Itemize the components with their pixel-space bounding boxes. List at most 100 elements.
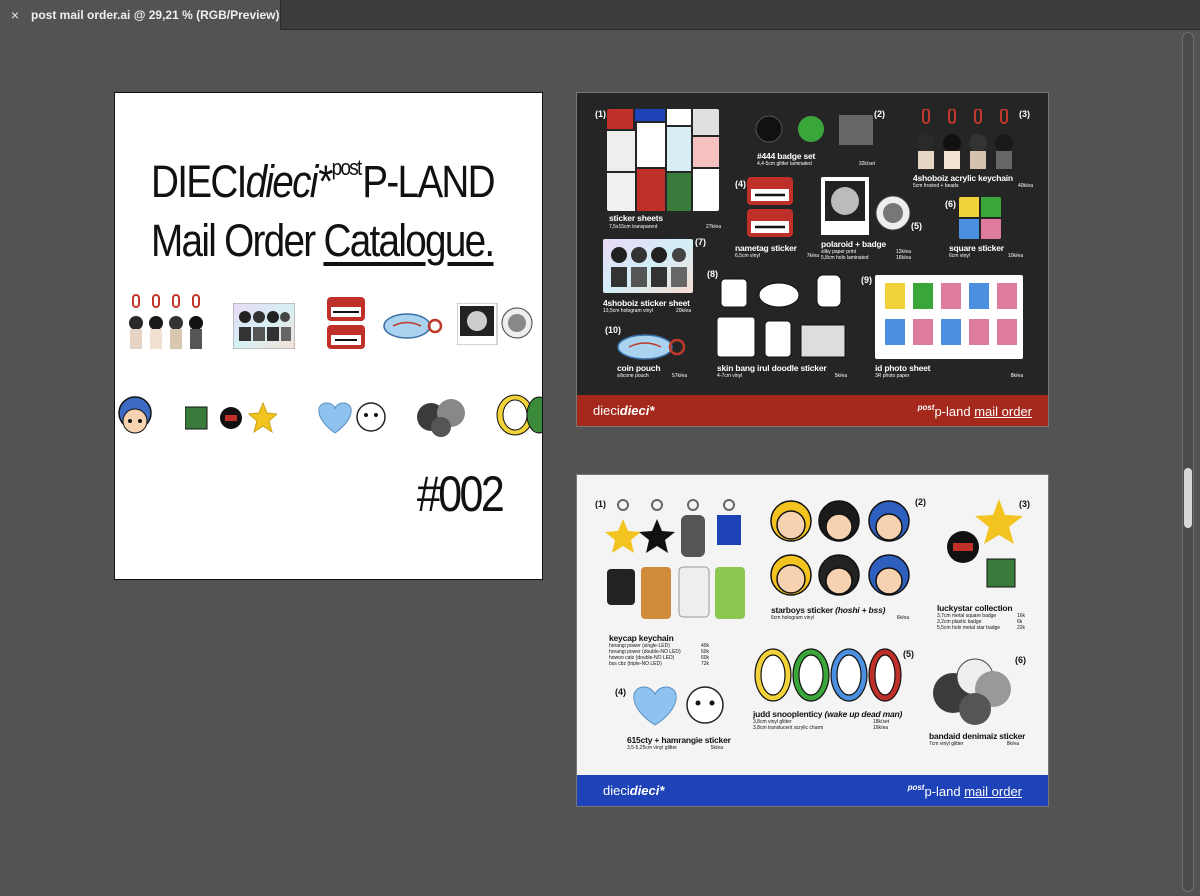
product-name: 615cty + hamrangie sticker — [627, 735, 731, 745]
product-price: 27k/ea — [705, 224, 721, 230]
keychain-illustration — [129, 294, 203, 349]
product-name: coin pouch — [617, 363, 661, 373]
product-name-italic: (wake up dead man) — [824, 709, 903, 719]
product-desc: 5cm frosted + beads — [913, 183, 959, 189]
starboy-sticker-illustration — [118, 396, 152, 434]
cover-product-row-1 — [115, 293, 542, 353]
footer-pland: p-land — [924, 783, 965, 799]
product-desc: silicone pouch — [617, 373, 649, 379]
product-name: skin bang irul doodle sticker — [717, 363, 827, 373]
product-name: 4shoboiz sticker sheet — [603, 298, 690, 308]
polaroid-badge-illustration — [457, 303, 533, 345]
heart-hamrangie-sticker-image — [633, 686, 724, 726]
product-price: 5k/ea — [710, 745, 723, 751]
product-price: 8k/ea — [1006, 741, 1019, 747]
product-number: (5) — [903, 649, 914, 659]
footer-brand: diecidieci* — [593, 783, 664, 798]
scrollbar-track[interactable] — [1182, 32, 1194, 892]
cover-title-dieci-caps: DIECI — [151, 156, 247, 207]
product-name: square sticker — [949, 243, 1004, 253]
product-price: 7k/ea — [806, 253, 819, 259]
product-name: keycap keychain — [609, 633, 674, 643]
coin-pouch-image — [617, 334, 686, 360]
footer-brand-a: dieci — [593, 403, 620, 418]
product-price: 57k/ea — [671, 373, 687, 379]
snoopy-sticker-image — [754, 648, 902, 702]
square-sticker-image — [959, 197, 1001, 239]
product-desc: 13,5cm hologram vinyl — [603, 308, 654, 314]
footer-sup: post — [907, 782, 925, 792]
footer-brand-a: dieci — [603, 783, 630, 798]
cover-catalogue-number: #002 — [416, 466, 505, 522]
product-number: (5) — [911, 221, 922, 231]
product-name-italic: (hoshi + bss) — [835, 605, 886, 615]
product-price: 40k/ea — [1017, 183, 1033, 189]
product-name: luckystar collection — [937, 603, 1013, 613]
product-desc: 7,5x15cm transparent — [609, 224, 658, 230]
product-desc: 6,5cm vinyl — [735, 253, 761, 259]
product-name: polaroid + badge — [821, 239, 887, 249]
option-label: 3,8cm translucent acrylic charm — [753, 725, 824, 731]
nametag-sticker-illustration — [327, 297, 365, 349]
product-price: 32k/set — [858, 161, 875, 167]
page-footer: diecidieci* postp-land mail order — [577, 775, 1048, 806]
holo-sticker-sheet-image — [603, 239, 693, 293]
heart-sticker-illustration — [318, 402, 386, 434]
doodle-sticker-image — [717, 274, 846, 358]
acrylic-keychain-image — [917, 109, 1013, 169]
product-number: (2) — [874, 109, 885, 119]
option-price: 22k — [1017, 625, 1026, 631]
product-number: (7) — [695, 237, 706, 247]
option-label: bss cbz (triple-NO LED) — [609, 661, 662, 667]
cover-title-pland: P-LAND — [362, 156, 495, 207]
page-footer: diecidieci* postp-land mail order — [577, 395, 1048, 426]
cover-title-line2: Mail Order Catalogue. — [151, 215, 495, 267]
product-price: 8k/ea — [1010, 373, 1023, 379]
product-price-2: 16k/ea — [895, 255, 911, 261]
starboys-sticker-image — [770, 500, 910, 596]
option-price: 16k/ea — [873, 725, 889, 731]
document-tab-title: post mail order.ai @ 29,21 % (RGB/Previe… — [31, 8, 280, 22]
cover-title-mail-order: Mail Order — [151, 215, 324, 266]
product-desc-2: 5,8cm holo laminated — [821, 255, 869, 261]
product-name: nametag sticker — [735, 243, 797, 253]
product-desc: 6cm hologram vinyl — [771, 615, 815, 621]
product-number: (1) — [595, 109, 606, 119]
luckystar-collection-image — [947, 499, 1023, 588]
vertical-scrollbar[interactable] — [1176, 30, 1200, 896]
product-price: 6k/ea — [896, 615, 909, 621]
product-price: 5k/ea — [834, 373, 847, 379]
option-price: 72k — [701, 661, 710, 667]
footer-sup: post — [917, 402, 935, 412]
artboard-cover[interactable]: DIECIdieci*postP-LAND Mail Order Catalog… — [114, 92, 543, 580]
bandaid-sticker-illustration — [417, 399, 465, 437]
product-number: (4) — [735, 179, 746, 189]
cover-title-line1: DIECIdieci*postP-LAND — [151, 155, 496, 208]
product-name: sticker sheets — [609, 213, 663, 223]
close-icon[interactable]: × — [8, 7, 22, 23]
product-name: id photo sheet — [875, 363, 931, 373]
id-photo-sheet-image — [875, 275, 1023, 359]
artboard-page-3[interactable]: (1) keycap keychain horangi power (singl… — [576, 474, 1049, 807]
cover-title-dieci-italic: dieci* — [245, 156, 332, 207]
product-number: (4) — [615, 687, 626, 697]
product-number: (9) — [861, 275, 872, 285]
keycap-keychain-image — [605, 499, 745, 619]
sticker-sheet-illustration — [233, 303, 295, 349]
nametag-sticker-image — [747, 177, 793, 237]
artboard-page-2[interactable]: (1) sticker sheets 7,5x15cm transparent … — [576, 92, 1049, 427]
cover-title-post: post — [331, 155, 363, 180]
luckystar-badges-illustration — [185, 401, 277, 434]
footer-title: postp-land mail order — [908, 783, 1032, 799]
product-name: #444 badge set — [757, 151, 816, 161]
option-label: 5,5cm holo metal star badge — [937, 625, 1001, 631]
product-desc: 7cm vinyl glitter — [929, 741, 964, 747]
badge-set-image — [755, 115, 873, 145]
footer-brand: diecidieci* — [593, 403, 654, 418]
document-tab-bar: × post mail order.ai @ 29,21 % (RGB/Prev… — [0, 0, 1200, 30]
product-name-text: starboys sticker — [771, 605, 836, 615]
scrollbar-thumb[interactable] — [1184, 468, 1192, 528]
polaroid-badge-image — [821, 177, 911, 235]
product-desc: 4-7cm vinyl — [717, 373, 743, 379]
document-tab[interactable]: × post mail order.ai @ 29,21 % (RGB/Prev… — [0, 0, 281, 30]
